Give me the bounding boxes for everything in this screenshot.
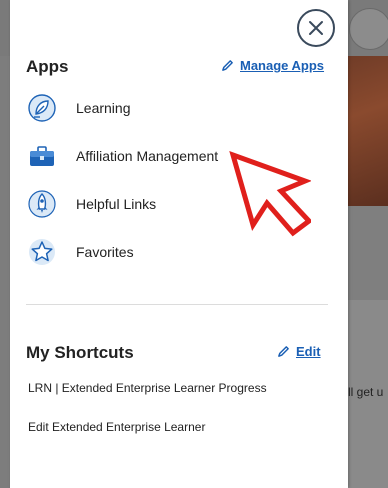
app-item-label: Learning — [76, 100, 131, 116]
section-divider — [26, 304, 328, 305]
apps-panel: Apps Manage Apps Learning Affiliation Ma… — [10, 0, 348, 488]
apps-title: Apps — [26, 57, 69, 76]
shortcut-item[interactable]: LRN | Extended Enterprise Learner Progre… — [28, 381, 267, 395]
app-item-favorites[interactable]: Favorites — [26, 236, 134, 268]
star-icon — [26, 236, 58, 268]
annotation-arrow-icon — [229, 151, 311, 237]
app-item-learning[interactable]: Learning — [26, 92, 131, 124]
close-button[interactable] — [297, 9, 335, 47]
briefcase-icon — [26, 140, 58, 172]
background-header-button — [349, 8, 388, 50]
edit-shortcuts-label: Edit — [296, 344, 321, 359]
app-item-affiliation-management[interactable]: Affiliation Management — [26, 140, 218, 172]
learning-icon — [26, 92, 58, 124]
pencil-icon — [222, 60, 233, 71]
manage-apps-link[interactable]: Manage Apps — [221, 58, 324, 73]
edit-shortcuts-link[interactable]: Edit — [277, 344, 321, 359]
rocket-icon — [26, 188, 58, 220]
shortcuts-title: My Shortcuts — [26, 343, 134, 362]
shortcut-item[interactable]: Edit Extended Enterprise Learner — [28, 420, 205, 434]
app-item-helpful-links[interactable]: Helpful Links — [26, 188, 156, 220]
close-icon — [309, 21, 323, 35]
pencil-icon — [278, 346, 289, 357]
app-item-label: Affiliation Management — [76, 148, 219, 164]
manage-apps-label: Manage Apps — [240, 58, 325, 73]
app-item-label: Favorites — [76, 244, 134, 260]
app-item-label: Helpful Links — [76, 196, 157, 212]
background-partial-text: ll get u — [348, 385, 384, 399]
